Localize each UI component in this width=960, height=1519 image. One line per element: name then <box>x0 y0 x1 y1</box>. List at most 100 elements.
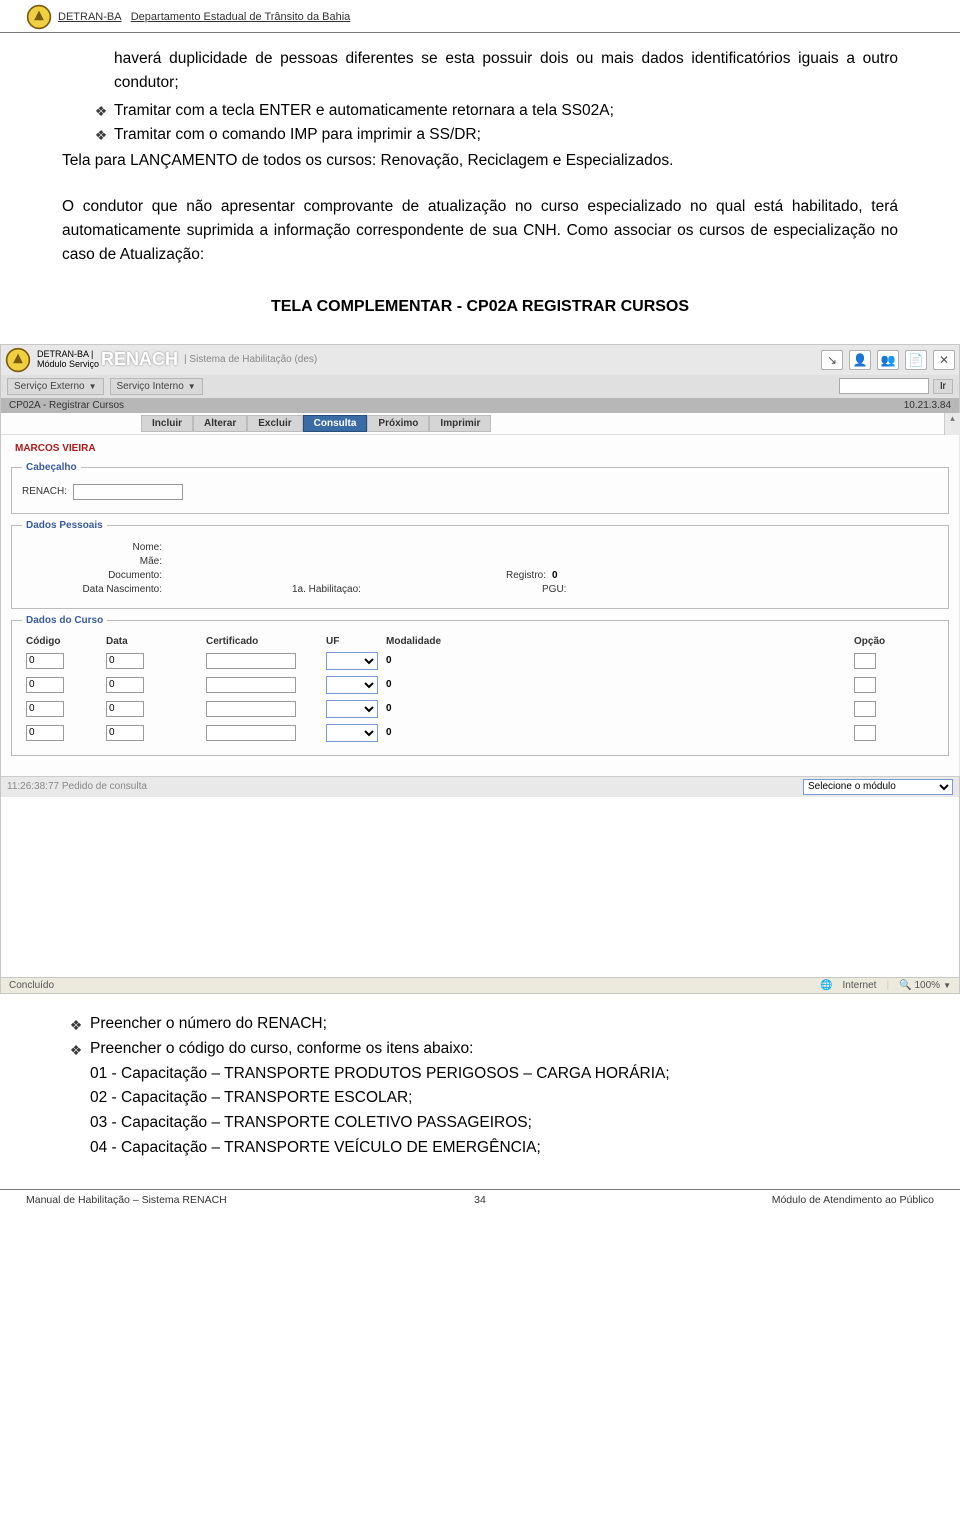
brand-system: | Sistema de Habilitação (des) <box>184 354 317 365</box>
menu-servico-externo[interactable]: Serviço Externo▼ <box>7 378 104 395</box>
input-certificado[interactable] <box>206 701 296 717</box>
fieldset-cabecalho: Cabeçalho RENACH: <box>11 462 949 514</box>
detran-logo-icon <box>26 4 52 30</box>
action-imprimir[interactable]: Imprimir <box>429 415 491 432</box>
input-certificado[interactable] <box>206 653 296 669</box>
value-modalidade: 0 <box>386 655 392 666</box>
action-bar: Incluir Alterar Excluir Consulta Próximo… <box>1 413 959 435</box>
page-number: 34 <box>474 1194 486 1206</box>
action-consulta[interactable]: Consulta <box>303 415 368 432</box>
course-row: 0 <box>22 673 938 697</box>
browser-status-bar: Concluído 🌐 Internet | 🔍 100% ▼ <box>1 977 959 993</box>
label-nascimento: Data Nascimento: <box>22 584 172 595</box>
input-opcao[interactable] <box>854 725 876 741</box>
diamond-icon: ❖ <box>62 1037 90 1062</box>
topbar-icon-2[interactable]: 👤 <box>849 350 871 370</box>
label-registro: Registro: <box>472 570 552 581</box>
chevron-down-icon[interactable]: ▼ <box>943 981 951 990</box>
col-codigo: Código <box>26 636 106 647</box>
bullet-preencher-renach: ❖ Preencher o número do RENACH; <box>62 1012 898 1037</box>
value-registro: 0 <box>552 570 558 581</box>
menu-servico-interno[interactable]: Serviço Interno▼ <box>110 378 203 395</box>
globe-icon: 🌐 <box>820 980 832 991</box>
module-select[interactable]: Selecione o módulo <box>803 779 953 795</box>
label-nome: Nome: <box>22 542 172 553</box>
footer-left: Manual de Habilitação – Sistema RENACH <box>26 1194 227 1206</box>
fieldset-dados-curso: Dados do Curso Código Data Certificado U… <box>11 615 949 756</box>
course-row: 0 <box>22 721 938 745</box>
input-data[interactable] <box>106 725 144 741</box>
label-renach: RENACH: <box>22 486 67 497</box>
goto-button[interactable]: Ir <box>933 379 953 394</box>
value-modalidade: 0 <box>386 703 392 714</box>
label-documento: Documento: <box>22 570 172 581</box>
col-opcao: Opção <box>854 636 934 647</box>
input-opcao[interactable] <box>854 701 876 717</box>
page-footer: Manual de Habilitação – Sistema RENACH 3… <box>0 1189 960 1214</box>
brand-renach: RENACH <box>101 349 178 370</box>
select-uf[interactable] <box>326 676 378 694</box>
topbar-icon-1[interactable]: ↘ <box>821 350 843 370</box>
zoom-icon: 🔍 <box>899 980 911 991</box>
input-opcao[interactable] <box>854 653 876 669</box>
input-data[interactable] <box>106 701 144 717</box>
input-data[interactable] <box>106 677 144 693</box>
current-user: MARCOS VIEIRA <box>15 443 949 454</box>
input-data[interactable] <box>106 653 144 669</box>
input-certificado[interactable] <box>206 677 296 693</box>
paragraph-3: O condutor que não apresentar comprovant… <box>62 195 898 267</box>
action-incluir[interactable]: Incluir <box>141 415 193 432</box>
app-screenshot: DETRAN-BA | Módulo Serviço RENACH | Sist… <box>0 344 960 994</box>
status-line: 11:26:38:77 Pedido de consulta Selecione… <box>1 776 959 797</box>
select-uf[interactable] <box>326 724 378 742</box>
topbar-icon-3[interactable]: 👥 <box>877 350 899 370</box>
app-topbar: DETRAN-BA | Módulo Serviço RENACH | Sist… <box>1 345 959 375</box>
input-codigo[interactable] <box>26 725 64 741</box>
item-04: 04 - Capacitação – TRANSPORTE VEÍCULO DE… <box>62 1136 898 1161</box>
input-codigo[interactable] <box>26 677 64 693</box>
input-codigo[interactable] <box>26 701 64 717</box>
col-certificado: Certificado <box>206 636 326 647</box>
input-codigo[interactable] <box>26 653 64 669</box>
col-uf: UF <box>326 636 386 647</box>
input-certificado[interactable] <box>206 725 296 741</box>
breadcrumb: CP02A - Registrar Cursos 10.21.3.84 <box>1 398 959 413</box>
diamond-icon: ❖ <box>62 123 114 147</box>
label-habilitacao: 1a. Habilitaçao: <box>292 584 402 595</box>
col-data: Data <box>106 636 206 647</box>
value-modalidade: 0 <box>386 679 392 690</box>
zoom-value: 100% <box>915 980 941 991</box>
topbar-icon-5[interactable]: ✕ <box>933 350 955 370</box>
section-title: TELA COMPLEMENTAR - CP02A REGISTRAR CURS… <box>62 295 898 320</box>
input-opcao[interactable] <box>854 677 876 693</box>
col-modalidade: Modalidade <box>386 636 586 647</box>
paragraph-2: Tela para LANÇAMENTO de todos os cursos:… <box>62 149 898 173</box>
paragraph-1: haverá duplicidade de pessoas diferentes… <box>62 47 898 95</box>
version-label: 10.21.3.84 <box>904 400 951 411</box>
footer-right: Módulo de Atendimento ao Público <box>772 1194 934 1206</box>
menu-bar: Serviço Externo▼ Serviço Interno▼ Ir <box>1 375 959 398</box>
bullet-preencher-codigo: ❖ Preencher o código do curso, conforme … <box>62 1037 898 1062</box>
status-concluido: Concluído <box>9 980 54 991</box>
course-row: 0 <box>22 649 938 673</box>
chevron-down-icon: ▼ <box>89 382 97 391</box>
topbar-icon-4[interactable]: 📄 <box>905 350 927 370</box>
diamond-icon: ❖ <box>62 1012 90 1037</box>
item-01: 01 - Capacitação – TRANSPORTE PRODUTOS P… <box>62 1062 898 1087</box>
select-uf[interactable] <box>326 700 378 718</box>
detran-logo-icon <box>5 347 31 373</box>
select-uf[interactable] <box>326 652 378 670</box>
item-03: 03 - Capacitação – TRANSPORTE COLETIVO P… <box>62 1111 898 1136</box>
action-alterar[interactable]: Alterar <box>193 415 247 432</box>
label-mae: Mãe: <box>22 556 172 567</box>
action-proximo[interactable]: Próximo <box>367 415 429 432</box>
header-text: DETRAN-BA Departamento Estadual de Trâns… <box>58 11 350 23</box>
input-renach[interactable] <box>73 484 183 500</box>
label-pgu: PGU: <box>542 584 566 595</box>
diamond-icon: ❖ <box>62 99 114 123</box>
bullet-imp: ❖ Tramitar com o comando IMP para imprim… <box>62 123 898 147</box>
goto-input[interactable] <box>839 378 929 394</box>
course-row: 0 <box>22 697 938 721</box>
action-excluir[interactable]: Excluir <box>247 415 302 432</box>
value-modalidade: 0 <box>386 727 392 738</box>
